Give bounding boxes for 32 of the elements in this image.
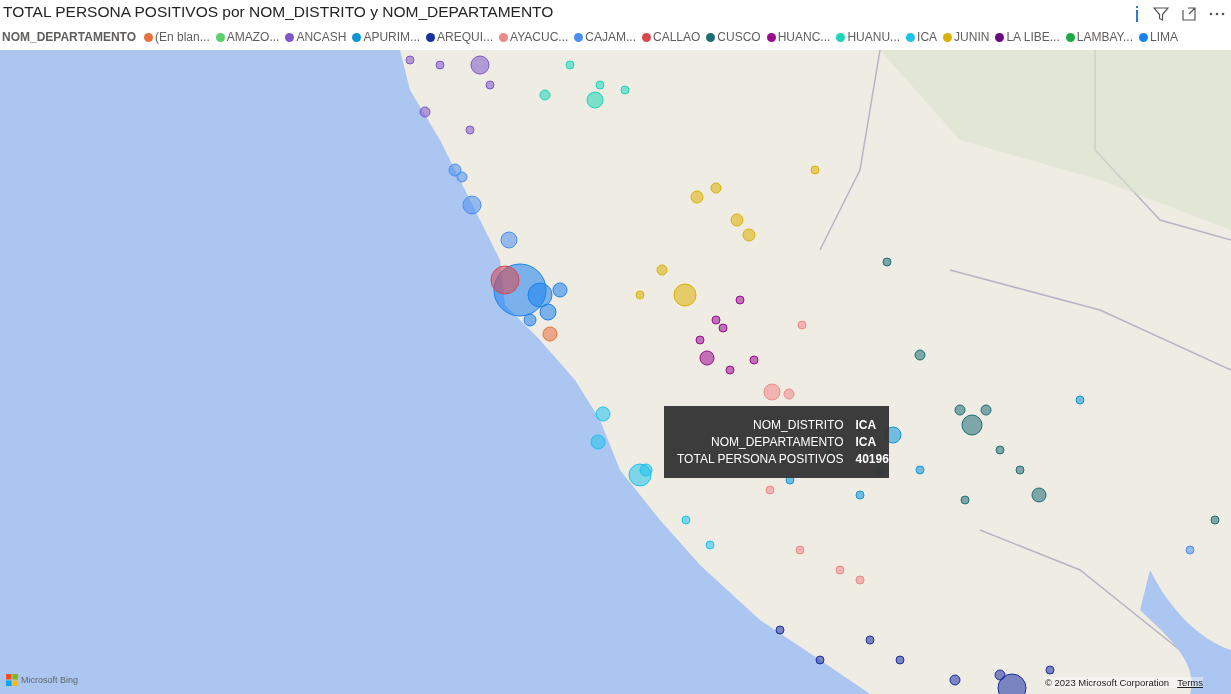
legend-label[interactable]: AYACUC... (510, 30, 569, 44)
legend-label[interactable]: AMAZO... (226, 30, 280, 44)
legend-label[interactable]: JUNIN (954, 30, 990, 44)
legend-label[interactable]: HUANC... (777, 30, 831, 44)
more-options-icon[interactable] (1209, 12, 1225, 16)
legend-label[interactable]: APURIM... (363, 30, 421, 44)
tooltip-label: NOM_DISTRITO (752, 418, 844, 432)
legend-label[interactable]: LIMA (1150, 30, 1179, 44)
focus-mode-icon[interactable] (1181, 6, 1197, 22)
legend-label[interactable]: AREQUI... (437, 30, 494, 44)
tooltip-value: 40196 (855, 452, 889, 466)
legend-label[interactable]: (En blan... (155, 30, 210, 44)
legend-label[interactable]: LA LIBE... (1006, 30, 1060, 44)
legend-label[interactable]: HUANU... (847, 30, 901, 44)
tooltip-value: ICA (855, 418, 878, 432)
legend-label[interactable]: ANCASH (296, 30, 347, 44)
legend-label[interactable]: CALLAO (653, 30, 701, 44)
map-attribution: Microsoft Bing (21, 675, 79, 685)
filter-icon[interactable] (1153, 6, 1169, 22)
visual-title: TOTAL PERSONA POSITIVOS por NOM_DISTRITO y NOM_DEPARTAMENTO (3, 3, 554, 21)
legend-label[interactable]: LAMBAY... (1076, 30, 1134, 44)
copyright-text: © 2023 Microsoft Corporation (1044, 677, 1170, 688)
tooltip-label: NOM_DEPARTAMENTO (710, 435, 844, 449)
bing-logo-icon (6, 674, 18, 686)
legend-label[interactable]: CAJAM... (585, 30, 636, 44)
legend-label[interactable]: ICA (917, 30, 938, 44)
legend-title: NOM_DEPARTAMENTO (2, 30, 136, 44)
terms-link[interactable]: Terms (1177, 677, 1203, 688)
tooltip-value: ICA (855, 435, 878, 449)
legend-label[interactable]: CUSCO (717, 30, 761, 44)
tooltip-label: TOTAL PERSONA POSITIVOS (677, 452, 844, 466)
info-icon[interactable] (1133, 5, 1141, 23)
